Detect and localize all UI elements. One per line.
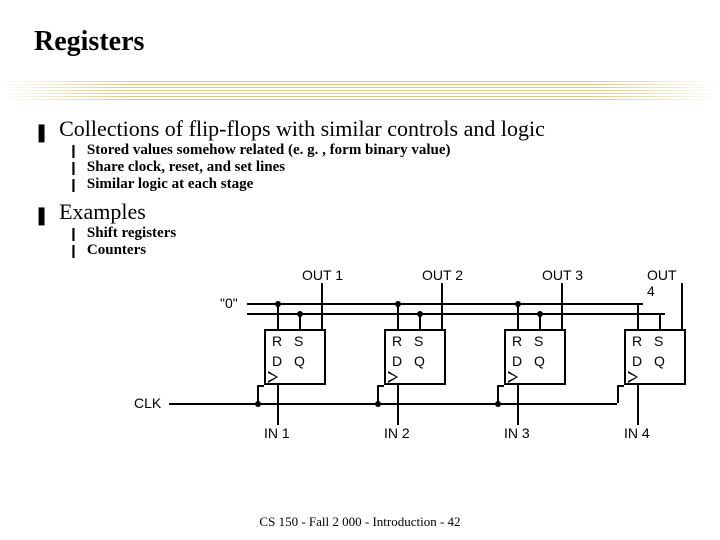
subbullet-icon: ❙ [68, 228, 79, 241]
ff-q-label: Q [294, 353, 305, 369]
ff-s-label: S [654, 333, 663, 349]
subbullet-icon: ❙ [68, 245, 79, 258]
content: ❚ Collections of flip-flops with similar… [34, 116, 686, 259]
clock-triangle-icon [508, 371, 518, 383]
junction-dot [275, 301, 281, 307]
junction-dot [375, 401, 381, 407]
wire [659, 313, 661, 329]
in-label-1: IN 1 [264, 425, 290, 441]
out-label-1: OUT 1 [302, 267, 343, 283]
ff-d-label: D [512, 353, 522, 369]
bullet-text: Examples [59, 199, 146, 225]
subbullet-text: Shift registers [87, 225, 176, 242]
bullet-text: Collections of flip-flops with similar c… [59, 116, 545, 142]
wire [377, 385, 384, 387]
junction-dot [537, 311, 543, 317]
register-diagram: OUT 1 OUT 2 OUT 3 OUT 4 "0" R S D Q R S … [34, 267, 686, 442]
junction-dot [395, 301, 401, 307]
subbullet-icon: ❙ [68, 162, 79, 175]
title-underline [0, 80, 720, 102]
ff-r-label: R [512, 333, 522, 349]
clk-label: CLK [134, 395, 161, 411]
ff-q-label: Q [534, 353, 545, 369]
subbullet-text: Similar logic at each stage [87, 176, 253, 193]
in-label-4: IN 4 [624, 425, 650, 441]
wire [637, 303, 639, 329]
in-label-2: IN 2 [384, 425, 410, 441]
wire [441, 283, 443, 329]
set-bus [247, 313, 665, 315]
ff-r-label: R [392, 333, 402, 349]
ff-r-label: R [272, 333, 282, 349]
ff-s-label: S [294, 333, 303, 349]
slide-footer: CS 150 - Fall 2 000 - Introduction - 42 [0, 514, 720, 530]
wire [681, 283, 683, 329]
junction-dot [255, 401, 261, 407]
wire [277, 385, 279, 425]
ff-q-label: Q [414, 353, 425, 369]
ff-q-label: Q [654, 353, 665, 369]
slide-title: Registers [34, 26, 686, 58]
flipflop-4: R S D Q [624, 329, 686, 385]
clock-triangle-icon [388, 371, 398, 383]
out-label-2: OUT 2 [422, 267, 463, 283]
wire [497, 385, 504, 387]
junction-dot [515, 301, 521, 307]
ff-d-label: D [392, 353, 402, 369]
ff-d-label: D [272, 353, 282, 369]
in-label-3: IN 3 [504, 425, 530, 441]
wire [617, 385, 624, 387]
subbullet-icon: ❙ [68, 145, 79, 158]
out-label-3: OUT 3 [542, 267, 583, 283]
bullet-icon: ❚ [34, 207, 49, 225]
flipflop-1: R S D Q [264, 329, 326, 385]
wire [257, 385, 264, 387]
junction-dot [417, 311, 423, 317]
subbullet-text: Counters [87, 242, 146, 259]
wire [561, 283, 563, 329]
junction-dot [297, 311, 303, 317]
ff-s-label: S [534, 333, 543, 349]
ff-d-label: D [632, 353, 642, 369]
wire [321, 283, 323, 329]
subbullet-icon: ❙ [68, 179, 79, 192]
wire [617, 385, 619, 403]
clk-bus [169, 403, 617, 405]
zero-label: "0" [220, 295, 238, 311]
clock-triangle-icon [628, 371, 638, 383]
bullet-icon: ❚ [34, 124, 49, 142]
junction-dot [495, 401, 501, 407]
wire [517, 385, 519, 425]
subbullet-text: Share clock, reset, and set lines [87, 159, 285, 176]
wire [637, 385, 639, 425]
ff-r-label: R [632, 333, 642, 349]
wire [397, 385, 399, 425]
flipflop-3: R S D Q [504, 329, 566, 385]
clock-triangle-icon [268, 371, 278, 383]
reset-bus [247, 303, 643, 305]
flipflop-2: R S D Q [384, 329, 446, 385]
ff-s-label: S [414, 333, 423, 349]
subbullet-text: Stored values somehow related (e. g. , f… [87, 142, 451, 159]
